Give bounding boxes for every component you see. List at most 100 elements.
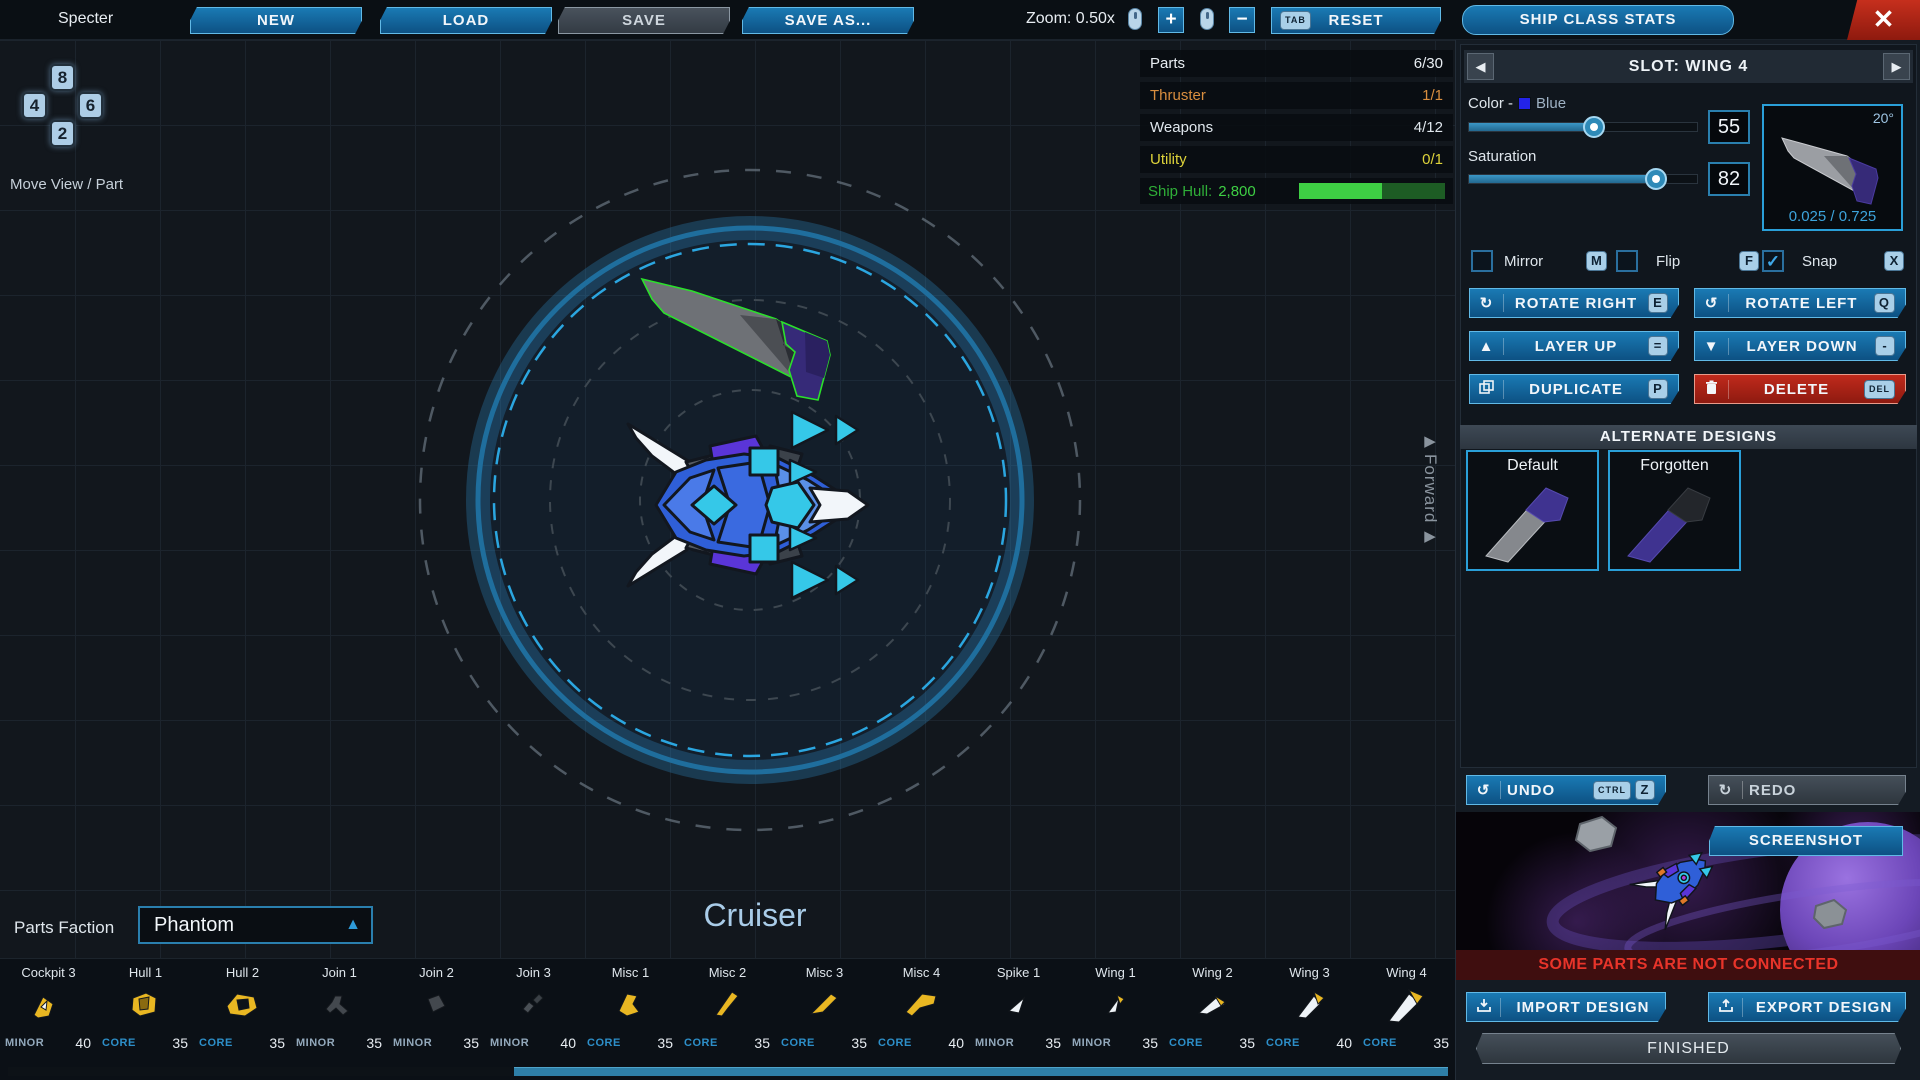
zoom-out-button[interactable]: −: [1229, 7, 1255, 33]
part-type: CORE: [587, 1037, 621, 1049]
import-icon: [1467, 998, 1501, 1017]
ship-class-stats-button[interactable]: SHIP CLASS STATS: [1462, 5, 1734, 35]
slot-next-button[interactable]: ▶: [1883, 53, 1910, 80]
color-slider[interactable]: [1468, 122, 1698, 132]
screenshot-button[interactable]: SCREENSHOT: [1709, 826, 1903, 856]
part-type: CORE: [878, 1037, 912, 1049]
part-cost: 35: [851, 1035, 867, 1051]
part-spike-1[interactable]: Spike 1MINOR35: [970, 959, 1067, 1059]
new-button[interactable]: NEW: [190, 7, 362, 34]
stat-row: Utility 0/1: [1140, 146, 1453, 173]
saturation-slider-knob[interactable]: [1645, 168, 1667, 190]
x-key-icon: X: [1884, 251, 1904, 271]
stat-value: 4/12: [1414, 119, 1443, 136]
part-coords-value: 0.025 / 0.725: [1764, 208, 1901, 225]
rotate-left-icon: ↺: [1695, 294, 1729, 312]
stat-value: 0/1: [1422, 151, 1443, 168]
hull2-part-icon: [218, 985, 266, 1027]
duplicate-button[interactable]: DUPLICATE P: [1469, 374, 1679, 404]
mirror-checkbox[interactable]: [1471, 250, 1493, 272]
color-name: Blue: [1536, 95, 1566, 112]
part-type: CORE: [781, 1037, 815, 1049]
zoom-in-button[interactable]: +: [1158, 7, 1184, 33]
parts-scrollbar-track[interactable]: [8, 1067, 1448, 1076]
part-wing-1[interactable]: Wing 1MINOR35: [1067, 959, 1164, 1059]
trash-icon: [1695, 380, 1729, 399]
part-misc-3[interactable]: Misc 3 CORE 35: [776, 959, 873, 1059]
part-wing-4[interactable]: Wing 4CORE35: [1358, 959, 1455, 1059]
part-name: Misc 3: [776, 965, 873, 980]
save-button[interactable]: SAVE: [558, 7, 730, 34]
layer-up-button[interactable]: ▲ LAYER UP =: [1469, 331, 1679, 361]
saturation-slider[interactable]: [1468, 174, 1698, 184]
part-join-1[interactable]: Join 1MINOR35: [291, 959, 388, 1059]
forward-label: Forward: [1420, 454, 1440, 523]
undo-icon: ↺: [1467, 781, 1501, 799]
parts-faction-dropdown[interactable]: Phantom ▲: [138, 906, 373, 944]
wing4-part-icon: [1382, 985, 1430, 1027]
reset-view-button[interactable]: TAB RESET: [1271, 7, 1441, 34]
snap-checkbox[interactable]: ✓: [1762, 250, 1784, 272]
part-cost: 35: [1433, 1035, 1449, 1051]
slot-prev-button[interactable]: ◀: [1467, 53, 1494, 80]
join1-part-icon: [315, 985, 363, 1027]
close-button[interactable]: ✕: [1847, 0, 1920, 40]
minus-key-icon: -: [1875, 336, 1895, 356]
design-card-forgotten[interactable]: Forgotten: [1608, 450, 1741, 571]
chevron-up-icon: ▲: [345, 908, 361, 942]
mirror-label: Mirror: [1504, 253, 1543, 270]
delete-button[interactable]: DELETE DEL: [1694, 374, 1906, 404]
equals-key-icon: =: [1648, 336, 1668, 356]
wing3-part-icon: [1285, 985, 1333, 1027]
part-name: Join 1: [291, 965, 388, 980]
design-card-default[interactable]: Default: [1466, 450, 1599, 571]
part-cost: 35: [172, 1035, 188, 1051]
part-wing-2[interactable]: Wing 2CORE35: [1164, 959, 1261, 1059]
forward-indicator: ▶ Forward ▶: [1412, 432, 1448, 545]
layer-down-button[interactable]: ▼ LAYER DOWN -: [1694, 331, 1906, 361]
saturation-label: Saturation: [1468, 148, 1536, 165]
layer-down-icon: ▼: [1695, 338, 1729, 355]
part-type: MINOR: [296, 1037, 335, 1049]
part-join-3[interactable]: Join 3MINOR40: [485, 959, 582, 1059]
flip-label: Flip: [1656, 253, 1680, 270]
load-button[interactable]: LOAD: [380, 7, 552, 34]
import-design-button[interactable]: IMPORT DESIGN: [1466, 992, 1666, 1022]
part-misc-4[interactable]: Misc 4CORE40: [873, 959, 970, 1059]
design-canvas[interactable]: 8 4 6 2 Move View / Part Parts6/30Thrust…: [0, 0, 1455, 1080]
finished-button[interactable]: FINISHED: [1476, 1033, 1901, 1064]
part-cost: 40: [560, 1035, 576, 1051]
misc2-part-icon: [703, 985, 751, 1027]
color-label: Color - Blue: [1468, 95, 1566, 112]
join2-part-icon: [412, 985, 460, 1027]
part-misc-1[interactable]: Misc 1CORE35: [582, 959, 679, 1059]
duplicate-icon: [1470, 380, 1504, 399]
stat-label: Thruster: [1150, 87, 1206, 104]
part-type: MINOR: [975, 1037, 1014, 1049]
part-wing-3[interactable]: Wing 3CORE40: [1261, 959, 1358, 1059]
ship-editor-screen: 8 4 6 2 Move View / Part Parts6/30Thrust…: [0, 0, 1920, 1080]
stat-label: Utility: [1150, 151, 1187, 168]
wing2-part-icon: [1188, 985, 1236, 1027]
part-hull-1[interactable]: Hull 1CORE35: [97, 959, 194, 1059]
part-join-2[interactable]: Join 2MINOR35: [388, 959, 485, 1059]
color-label-text: Color -: [1468, 95, 1513, 112]
part-cockpit-3[interactable]: Cockpit 3MINOR40: [0, 959, 97, 1059]
rotate-right-button[interactable]: ↻ ROTATE RIGHT E: [1469, 288, 1679, 318]
f-key-icon: F: [1739, 251, 1759, 271]
flip-checkbox[interactable]: [1616, 250, 1638, 272]
design-name: Default: [1468, 457, 1597, 475]
part-misc-2[interactable]: Misc 2CORE35: [679, 959, 776, 1059]
save-as-button[interactable]: SAVE AS...: [742, 7, 914, 34]
redo-button[interactable]: ↻ REDO: [1708, 775, 1906, 805]
saturation-value-box[interactable]: 82: [1708, 162, 1750, 196]
export-label: EXPORT DESIGN: [1743, 999, 1905, 1016]
undo-button[interactable]: ↺ UNDO CTRL Z: [1466, 775, 1666, 805]
color-value-box[interactable]: 55: [1708, 110, 1750, 144]
part-type: MINOR: [5, 1037, 44, 1049]
export-design-button[interactable]: EXPORT DESIGN: [1708, 992, 1906, 1022]
part-type: CORE: [199, 1037, 233, 1049]
part-hull-2[interactable]: Hull 2CORE35: [194, 959, 291, 1059]
parts-scrollbar-thumb[interactable]: [514, 1067, 1448, 1076]
rotate-left-button[interactable]: ↺ ROTATE LEFT Q: [1694, 288, 1906, 318]
